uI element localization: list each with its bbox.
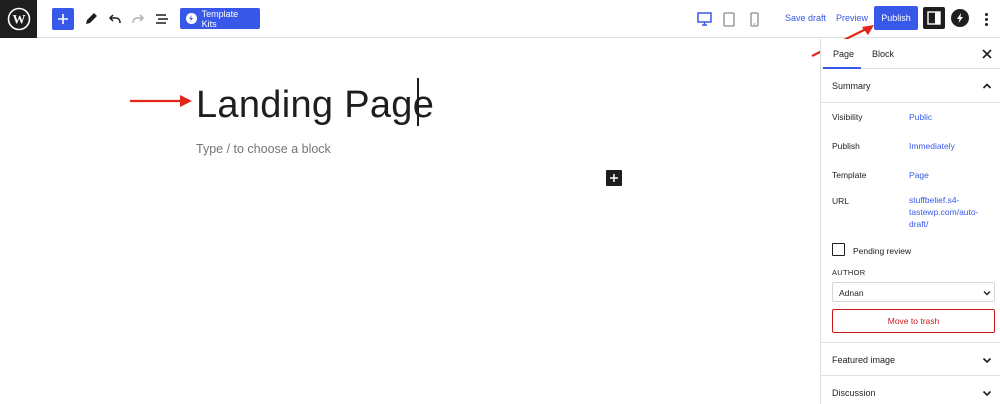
summary-panel-header[interactable]: Summary	[821, 69, 1000, 103]
publish-date-value[interactable]: Immediately	[909, 140, 955, 152]
list-view-icon	[156, 14, 168, 24]
chevron-up-icon	[982, 83, 992, 89]
pencil-icon	[86, 13, 97, 24]
desktop-icon	[696, 12, 712, 26]
inline-add-block-button[interactable]	[606, 170, 622, 186]
undo-button[interactable]	[105, 9, 125, 29]
dot-icon	[984, 12, 988, 16]
plus-icon	[610, 174, 618, 182]
dot-icon	[984, 17, 988, 21]
sidebar-icon	[927, 11, 941, 25]
chevron-down-icon	[983, 291, 991, 296]
publish-label: Publish	[832, 141, 860, 151]
template-value[interactable]: Page	[909, 169, 929, 181]
settings-sidebar: Page Block Summary Visibility Public Pub…	[820, 39, 1000, 404]
tablet-icon	[723, 11, 735, 27]
annotation-arrow-title	[130, 95, 192, 107]
text-cursor	[417, 78, 419, 126]
visibility-label: Visibility	[832, 112, 863, 122]
publish-button[interactable]: Publish	[874, 6, 918, 30]
url-label: URL	[832, 196, 850, 206]
template-kits-label: Template Kits	[201, 8, 239, 29]
settings-sidebar-toggle[interactable]	[923, 7, 945, 29]
more-options-button[interactable]	[980, 9, 992, 29]
template-label: Template	[832, 170, 867, 180]
author-label: AUTHOR	[832, 268, 866, 277]
discussion-title: Discussion	[832, 388, 876, 398]
tab-page[interactable]: Page	[833, 49, 854, 59]
tablet-preview-button[interactable]	[721, 10, 737, 28]
summary-title: Summary	[832, 81, 871, 91]
plugin-sidebar-button[interactable]	[951, 9, 969, 27]
pending-review-checkbox[interactable]	[832, 243, 845, 256]
move-to-trash-button[interactable]: Move to trash	[832, 309, 995, 333]
lightning-icon	[957, 13, 963, 23]
chevron-down-icon	[982, 390, 992, 397]
plus-icon	[58, 14, 68, 24]
discussion-panel-header[interactable]: Discussion	[821, 376, 1000, 404]
add-block-button[interactable]	[52, 8, 74, 30]
redo-icon	[132, 14, 145, 23]
visibility-value[interactable]: Public	[909, 111, 932, 123]
sidebar-tabs: Page Block	[821, 39, 1000, 69]
svg-text:W: W	[12, 12, 25, 27]
chevron-down-icon	[982, 357, 992, 364]
author-value: Adnan	[839, 288, 864, 298]
desktop-preview-button[interactable]	[696, 10, 712, 28]
featured-image-title: Featured image	[832, 355, 896, 365]
block-editor: W Template Kits Save draft Preview Publi…	[0, 0, 1000, 404]
block-placeholder[interactable]: Type / to choose a block	[196, 142, 331, 156]
editor-canvas[interactable]: Landing Page Type / to choose a block	[0, 39, 820, 404]
undo-icon	[108, 14, 121, 23]
featured-image-panel-header[interactable]: Featured image	[821, 342, 1000, 376]
author-select[interactable]: Adnan	[832, 282, 995, 302]
elementor-kits-icon	[186, 13, 197, 24]
template-kits-button[interactable]: Template Kits	[180, 8, 260, 29]
mobile-icon	[749, 11, 759, 27]
list-view-button[interactable]	[152, 9, 172, 29]
url-value[interactable]: stuffbelief.s4-tastewp.com/auto-draft/	[909, 194, 987, 230]
redo-button[interactable]	[128, 9, 148, 29]
page-title[interactable]: Landing Page	[196, 82, 434, 128]
wordpress-logo-icon[interactable]: W	[0, 0, 37, 38]
mobile-preview-button[interactable]	[746, 10, 762, 28]
close-icon[interactable]	[981, 48, 993, 60]
tools-button[interactable]	[81, 9, 101, 29]
tab-block[interactable]: Block	[872, 49, 894, 59]
pending-review-label[interactable]: Pending review	[853, 246, 911, 256]
dot-icon	[984, 22, 988, 26]
